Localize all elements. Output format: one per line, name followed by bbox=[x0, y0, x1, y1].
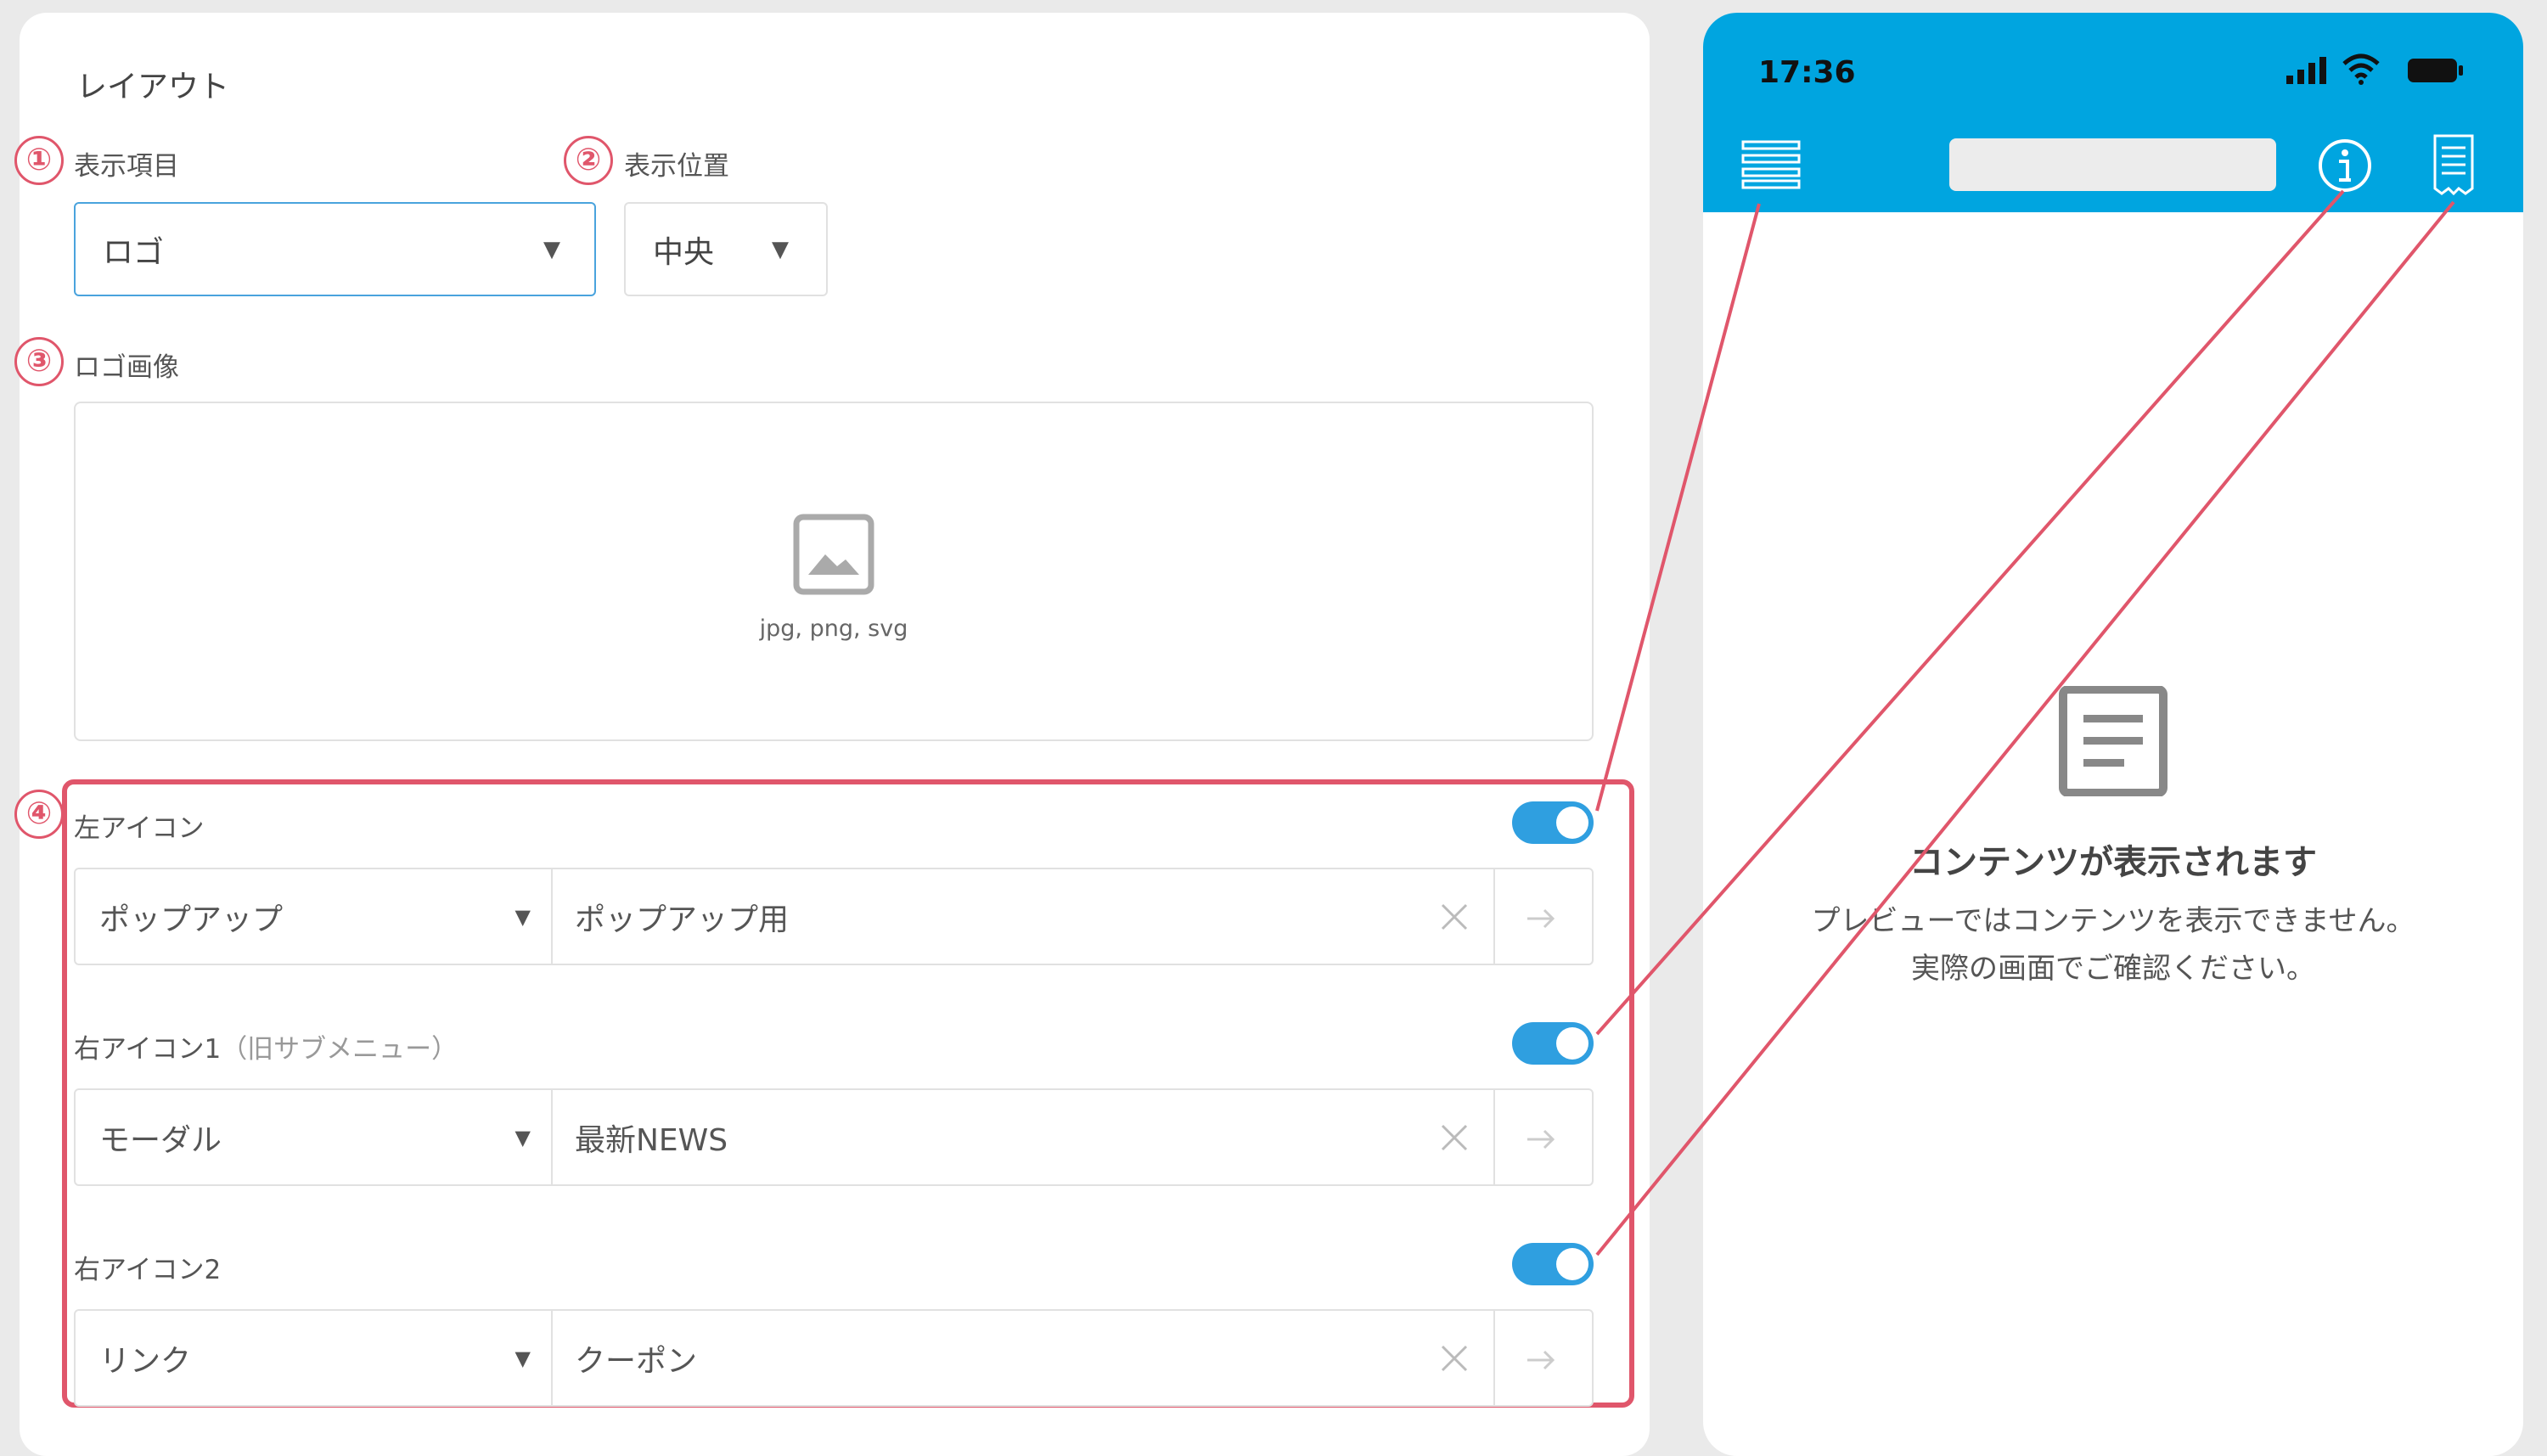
right-icon-1-label-text: 右アイコン1 bbox=[74, 1034, 222, 1065]
step-number-4: ④ bbox=[14, 790, 64, 839]
status-time: 17:36 bbox=[1758, 55, 1856, 90]
toggle-knob bbox=[1556, 807, 1588, 839]
display-item-select[interactable]: ロゴ ▼ bbox=[74, 202, 596, 296]
image-placeholder-icon bbox=[793, 514, 874, 595]
phone-preview: 17:36 コンテンツが表示されます プレビューではコンテンツを表示できません。… bbox=[1703, 13, 2523, 1456]
header-title-placeholder bbox=[1949, 138, 2276, 191]
right-icon-2-go-button[interactable] bbox=[1492, 1311, 1592, 1405]
battery-icon bbox=[2408, 59, 2463, 82]
menu-icon[interactable] bbox=[1741, 140, 1801, 189]
left-icon-type-value: ポップアップ bbox=[99, 902, 284, 937]
right-icon-1-type-value: モーダル bbox=[99, 1122, 222, 1158]
step-number-2: ② bbox=[564, 136, 613, 185]
toggle-knob bbox=[1556, 1027, 1588, 1060]
logo-image-dropzone[interactable]: jpg, png, svg bbox=[74, 402, 1594, 741]
logo-image-label: ロゴ画像 bbox=[74, 352, 179, 383]
right-icon-1-go-button[interactable] bbox=[1492, 1090, 1592, 1184]
display-item-label: 表示項目 bbox=[74, 151, 179, 182]
display-position-label: 表示位置 bbox=[624, 151, 729, 182]
right-icon-2-target-field[interactable]: クーポン bbox=[551, 1311, 1495, 1405]
app-header-bar: 17:36 bbox=[1703, 13, 2523, 212]
close-icon[interactable] bbox=[1437, 900, 1471, 934]
left-icon-label: 左アイコン bbox=[74, 813, 205, 844]
right-icon-1-toggle[interactable] bbox=[1512, 1022, 1594, 1065]
step-number-3: ③ bbox=[14, 337, 64, 386]
right-icon-1-target-field[interactable]: 最新NEWS bbox=[551, 1090, 1495, 1184]
display-item-value: ロゴ bbox=[103, 234, 165, 270]
right-icon-1-target-value: 最新NEWS bbox=[575, 1122, 728, 1158]
arrow-right-icon bbox=[1527, 908, 1555, 929]
caret-down-icon: ▼ bbox=[514, 1346, 531, 1370]
right-icon-1-note: （旧サブメニュー） bbox=[221, 1034, 458, 1065]
wifi-icon bbox=[2342, 53, 2380, 85]
section-title: レイアウト bbox=[76, 70, 230, 104]
empty-state-line-1: プレビューではコンテンツを表示できません。 bbox=[1811, 904, 2415, 938]
left-icon-type-select[interactable]: ポップアップ ▼ bbox=[76, 869, 553, 964]
right-icon-1-type-select[interactable]: モーダル ▼ bbox=[76, 1090, 553, 1184]
display-position-select[interactable]: 中央 ▼ bbox=[624, 202, 828, 296]
right-icon-2-type-select[interactable]: リンク ▼ bbox=[76, 1311, 553, 1405]
caret-down-icon: ▼ bbox=[514, 1125, 531, 1150]
right-icon-2-row: リンク ▼ クーポン bbox=[74, 1309, 1594, 1407]
left-icon-target-value: ポップアップ用 bbox=[575, 902, 790, 937]
file-types-hint: jpg, png, svg bbox=[759, 616, 908, 642]
right-icon-2-type-value: リンク bbox=[99, 1343, 192, 1379]
left-icon-row: ポップアップ ▼ ポップアップ用 bbox=[74, 868, 1594, 965]
left-icon-toggle[interactable] bbox=[1512, 801, 1594, 844]
right-icon-2-label: 右アイコン2 bbox=[74, 1255, 222, 1285]
arrow-right-icon bbox=[1527, 1350, 1555, 1370]
right-icon-2-toggle[interactable] bbox=[1512, 1243, 1594, 1285]
empty-state-line-2: 実際の画面でご確認ください。 bbox=[1911, 952, 2315, 986]
caret-down-icon: ▼ bbox=[772, 236, 789, 262]
caret-down-icon: ▼ bbox=[514, 904, 531, 929]
left-icon-target-field[interactable]: ポップアップ用 bbox=[551, 869, 1495, 964]
arrow-right-icon bbox=[1527, 1129, 1555, 1150]
caret-down-icon: ▼ bbox=[543, 236, 560, 262]
empty-state-title: コンテンツが表示されます bbox=[1909, 843, 2317, 882]
document-icon bbox=[2059, 686, 2167, 796]
toggle-knob bbox=[1556, 1248, 1588, 1280]
close-icon[interactable] bbox=[1437, 1341, 1471, 1375]
receipt-icon[interactable] bbox=[2432, 134, 2476, 195]
right-icon-2-target-value: クーポン bbox=[575, 1343, 698, 1379]
display-position-value: 中央 bbox=[653, 234, 715, 270]
close-icon[interactable] bbox=[1437, 1121, 1471, 1155]
step-number-1: ① bbox=[14, 136, 64, 185]
signal-icon bbox=[2286, 57, 2326, 84]
left-icon-go-button[interactable] bbox=[1492, 869, 1592, 964]
right-icon-1-row: モーダル ▼ 最新NEWS bbox=[74, 1088, 1594, 1186]
right-icon-1-label: 右アイコン1（旧サブメニュー） bbox=[74, 1027, 458, 1065]
info-icon[interactable] bbox=[2317, 138, 2373, 194]
